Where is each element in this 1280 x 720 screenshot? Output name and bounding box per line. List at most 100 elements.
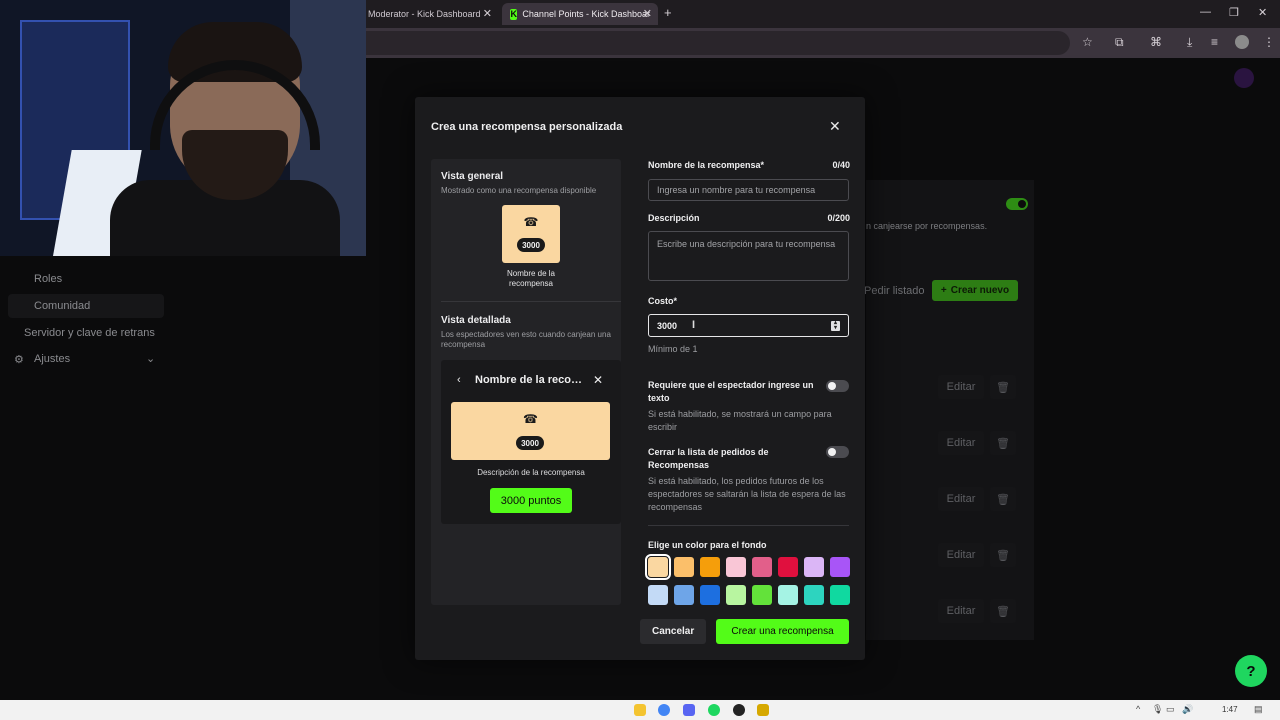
color-swatch[interactable] [648,585,668,605]
edit-button[interactable]: Editar [938,431,984,455]
color-swatch[interactable] [645,554,671,580]
user-avatar[interactable] [1234,68,1254,88]
text-cursor-icon: I [692,319,696,331]
bookmark-star-icon[interactable]: ☆ [1082,35,1093,49]
cost-input[interactable]: 3000 I ▴ ▾ [648,314,849,337]
tab-close-icon[interactable]: ✕ [483,7,492,20]
detail-preview-card: ‹ Nombre de la recompensa ✕ ☎ 3000 Descr… [441,360,621,524]
color-swatch[interactable] [752,585,772,605]
tab-moderator[interactable]: Moderator - Kick Dashboard ✕ [360,3,498,25]
menu-kebab-icon[interactable]: ⋮ [1263,35,1275,49]
profile-avatar[interactable] [1235,35,1249,49]
spotify-icon[interactable] [708,704,720,716]
require-text-label: Requiere que el espectador ingrese un te… [648,380,814,403]
number-stepper-icon[interactable]: ▴ ▾ [831,320,840,331]
volume-icon[interactable]: 🔊 [1182,704,1193,715]
discord-icon[interactable] [683,704,695,716]
trash-icon[interactable]: 🗑 [990,431,1016,455]
color-swatch[interactable] [830,557,850,577]
edit-button[interactable]: Editar [938,487,984,511]
app-icon[interactable] [757,704,769,716]
reward-row-actions: Editar 🗑 [938,487,1018,511]
network-icon[interactable]: ▭ [1166,704,1175,715]
edit-button[interactable]: Editar [938,375,984,399]
edit-button[interactable]: Editar [938,599,984,623]
file-explorer-icon[interactable] [634,704,646,716]
create-new-button[interactable]: + Crear nuevo [932,280,1018,301]
description-char-count: 0/200 [827,213,850,223]
skip-queue-help: Si está habilitado, los pedidos futuros … [648,476,846,512]
cancel-button[interactable]: Cancelar [640,619,707,644]
color-swatch[interactable] [700,557,720,577]
tab-label: Moderator - Kick Dashboard [368,9,481,19]
trash-icon[interactable]: 🗑 [990,375,1016,399]
color-swatch[interactable] [700,585,720,605]
color-swatch[interactable] [778,557,798,577]
chevron-left-icon: ‹ [457,374,461,386]
sidebar-item-stream-key[interactable]: Servidor y clave de retrans [24,327,155,339]
microphone-icon[interactable]: 🎙 [1152,704,1163,715]
close-window-icon[interactable]: ✕ [1258,6,1267,19]
sidebar-item-roles[interactable]: Roles [34,273,62,285]
reorder-button[interactable]: Pedir listado [864,285,925,297]
tab-close-icon[interactable]: ✕ [643,7,652,20]
color-swatch[interactable] [778,585,798,605]
notifications-icon[interactable]: ▤ [1254,704,1263,715]
reward-description-textarea[interactable]: Escribe una descripción para tu recompen… [648,231,849,281]
chevron-down-icon[interactable]: ⌄ [146,352,155,365]
restore-icon[interactable]: ❐ [1229,6,1239,19]
rewards-enabled-toggle[interactable] [1006,198,1028,210]
color-swatch[interactable] [726,557,746,577]
reward-row-actions: Editar 🗑 [938,599,1018,623]
address-toolbar: ☆ ⧉ ⌘ ⤓ ≡ ⋮ [365,28,1280,58]
support-chat-icon[interactable]: ? [1235,655,1267,687]
new-tab-icon[interactable]: + [664,5,672,20]
color-swatch[interactable] [674,585,694,605]
overview-heading: Vista general [441,171,504,182]
minimize-icon[interactable]: — [1200,6,1211,18]
color-swatch[interactable] [674,557,694,577]
edit-button[interactable]: Editar [938,543,984,567]
name-label: Nombre de la recompensa* [648,160,765,170]
trash-icon[interactable]: 🗑 [990,599,1016,623]
color-swatch[interactable] [804,557,824,577]
trash-icon[interactable]: 🗑 [990,543,1016,567]
close-icon: ✕ [593,373,604,387]
create-reward-modal: Crea una recompensa personalizada ✕ Vist… [415,97,865,660]
omnibox[interactable] [365,31,1070,55]
skip-queue-toggle[interactable] [826,446,849,458]
skip-queue-label: Cerrar la lista de pedidos de Recompensa… [648,447,769,470]
name-char-count: 0/40 [832,160,850,170]
reward-tile-preview: ☎ 3000 [502,205,560,263]
require-text-toggle[interactable] [826,380,849,392]
color-swatch[interactable] [830,585,850,605]
detail-subtitle: Los espectadores ven esto cuando canjean… [441,330,611,349]
divider [441,301,621,302]
chevron-up-icon[interactable]: ^ [1136,704,1140,714]
cost-value: 3000 [657,320,678,331]
create-new-label: Crear nuevo [950,285,1010,296]
color-swatch[interactable] [726,585,746,605]
reward-name-input[interactable]: Ingresa un nombre para tu recompensa [648,179,849,201]
kick-favicon-icon: K [510,8,518,20]
require-text-help: Si está habilitado, se mostrará un campo… [648,409,832,432]
extensions-icon[interactable]: ⧉ [1115,35,1124,50]
plus-icon: + [940,285,947,296]
translate-icon[interactable]: ⌘ [1150,35,1162,49]
redeem-points-button: 3000 puntos [490,488,572,513]
color-swatch[interactable] [804,585,824,605]
taskbar-clock: 1:47 [1222,705,1238,714]
create-reward-button[interactable]: Crear una recompensa [716,619,849,644]
tab-channel-points[interactable]: K Channel Points - Kick Dashboar ✕ [502,3,658,25]
chrome-icon[interactable] [658,704,670,716]
detail-description: Descripción de la recompensa [477,468,585,477]
obs-icon[interactable] [733,704,745,716]
trash-icon[interactable]: 🗑 [990,487,1016,511]
webcam-overlay [0,0,366,256]
media-icon[interactable]: ≡ [1211,35,1218,49]
description-label: Descripción [648,213,700,223]
sidebar-item-community[interactable]: Comunidad [34,300,90,312]
color-swatch[interactable] [752,557,772,577]
download-icon[interactable]: ⤓ [1187,35,1192,50]
sidebar-item-settings[interactable]: Ajustes [34,353,70,365]
